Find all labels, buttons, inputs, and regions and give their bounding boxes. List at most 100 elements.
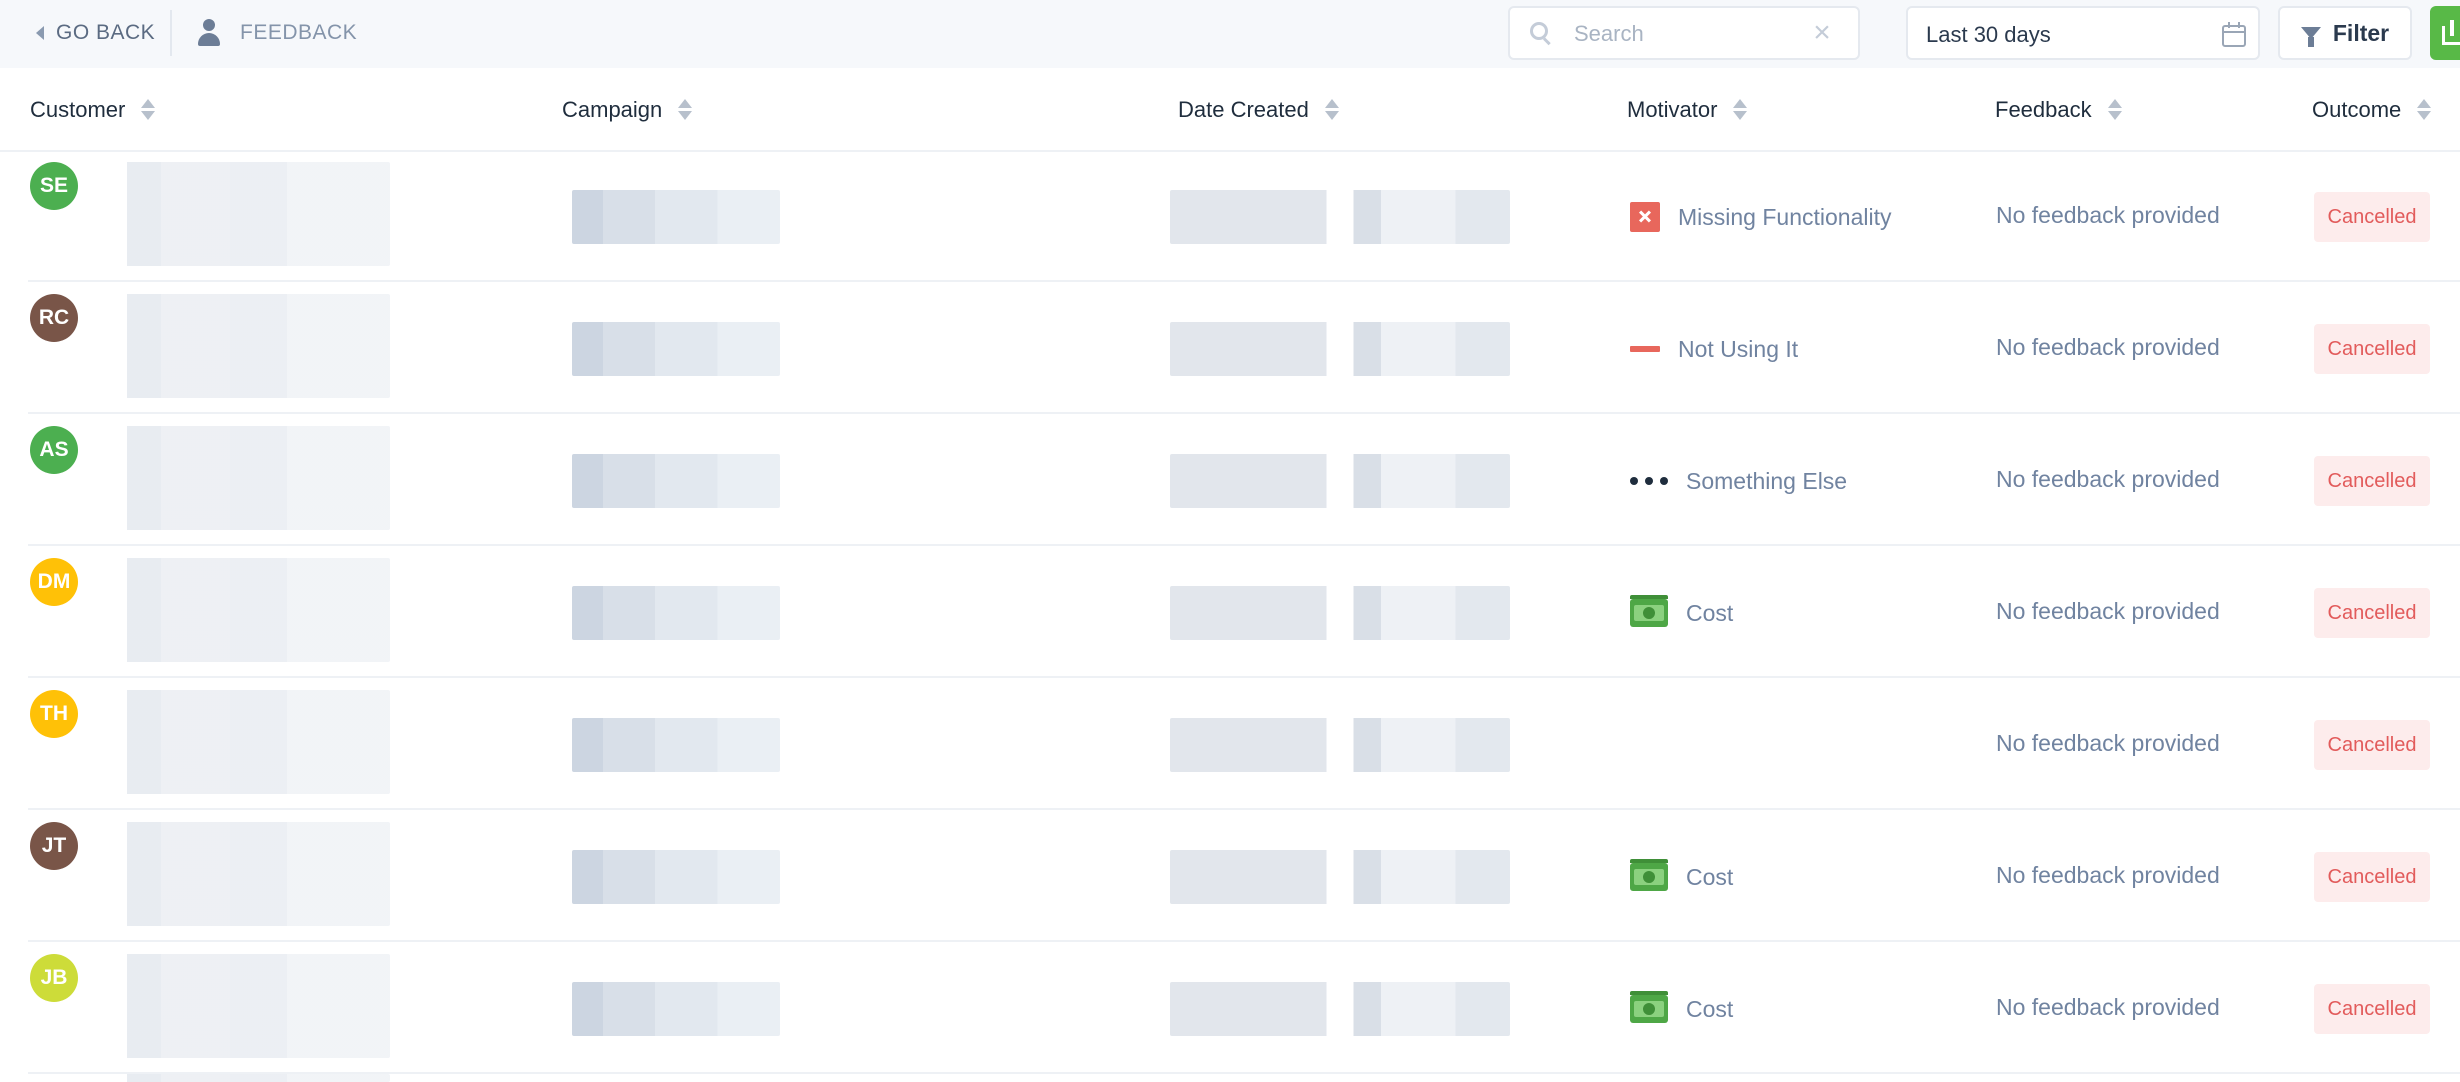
cash-icon <box>1630 991 1668 1023</box>
redacted-campaign <box>572 718 780 772</box>
column-label: Feedback <box>1995 97 2092 122</box>
redacted-campaign <box>572 586 780 640</box>
breadcrumb-label: FEEDBACK <box>240 21 358 44</box>
redacted-date <box>1170 718 1510 772</box>
calendar-icon <box>2222 22 2246 47</box>
sort-icon <box>1733 98 1748 122</box>
motivator-label: Cost <box>1686 599 1734 626</box>
redacted-customer-name <box>104 1074 390 1082</box>
column-label: Date Created <box>1178 97 1309 122</box>
column-header-date-created[interactable]: Date Created <box>1178 96 1339 124</box>
redacted-campaign <box>572 322 780 376</box>
table-row[interactable]: AS Something Else No feedback provided C… <box>0 414 2460 546</box>
outcome-badge[interactable]: Cancelled <box>2314 324 2430 374</box>
search-input[interactable] <box>1572 18 1806 50</box>
table-row[interactable]: RC Not Using It No feedback provided Can… <box>0 282 2460 414</box>
outcome-badge[interactable]: Cancelled <box>2314 720 2430 770</box>
breadcrumb: FEEDBACK <box>196 18 357 48</box>
cash-icon <box>1630 859 1668 891</box>
clear-search-icon[interactable]: × <box>1808 18 1836 48</box>
top-toolbar: GO BACK FEEDBACK × Last 30 days Filter <box>0 0 2460 68</box>
feedback-cell: No feedback provided <box>1996 598 2220 624</box>
avatar[interactable]: SE <box>30 162 78 210</box>
table-row[interactable]: SE Missing Functionality No feedback pro… <box>0 150 2460 282</box>
redacted-customer-name <box>104 954 390 1058</box>
redacted-date <box>1170 586 1510 640</box>
redacted-customer-name <box>104 426 390 530</box>
column-label: Campaign <box>562 97 663 122</box>
avatar[interactable]: JT <box>30 822 78 870</box>
date-range-value: Last 30 days <box>1926 22 2051 47</box>
avatar[interactable]: DM <box>30 558 78 606</box>
search-box: × <box>1508 6 1860 60</box>
export-icon <box>2442 20 2460 45</box>
column-label: Motivator <box>1627 97 1718 122</box>
motivator-label: Cost <box>1686 995 1734 1022</box>
column-header-motivator[interactable]: Motivator <box>1627 96 1748 124</box>
column-header-feedback[interactable]: Feedback <box>1995 96 2122 124</box>
feedback-cell: No feedback provided <box>1996 994 2220 1020</box>
redacted-date <box>1170 982 1510 1036</box>
toolbar-divider <box>170 10 172 56</box>
feedback-cell: No feedback provided <box>1996 334 2220 360</box>
filter-button[interactable]: Filter <box>2278 6 2412 60</box>
redacted-date <box>1170 850 1510 904</box>
feedback-cell: No feedback provided <box>1996 466 2220 492</box>
redacted-campaign <box>572 982 780 1036</box>
motivator-cell: Not Using It <box>1630 332 1798 366</box>
motivator-cell: Missing Functionality <box>1630 200 1891 234</box>
outcome-badge[interactable]: Cancelled <box>2314 852 2430 902</box>
x-square-icon <box>1630 202 1660 232</box>
filter-label: Filter <box>2332 19 2390 46</box>
chevron-left-icon <box>36 26 44 40</box>
feedback-cell: No feedback provided <box>1996 730 2220 756</box>
redacted-customer-name <box>104 558 390 662</box>
motivator-label: Cost <box>1686 863 1734 890</box>
column-header-outcome[interactable]: Outcome <box>2312 96 2432 124</box>
funnel-icon <box>2300 27 2321 47</box>
search-icon <box>1530 22 1548 40</box>
motivator-label: Something Else <box>1686 467 1848 494</box>
go-back-label: GO BACK <box>56 21 156 44</box>
redacted-campaign <box>572 454 780 508</box>
motivator-cell: Cost <box>1630 991 1734 1026</box>
go-back-button[interactable]: GO BACK <box>36 18 155 48</box>
feedback-cell: No feedback provided <box>1996 202 2220 228</box>
outcome-badge[interactable]: Cancelled <box>2314 984 2430 1034</box>
avatar[interactable]: AS <box>30 426 78 474</box>
sort-icon <box>2417 98 2432 122</box>
table-row[interactable]: JB Cost No feedback provided Cancelled <box>0 942 2460 1074</box>
sort-icon <box>1324 98 1339 122</box>
motivator-cell: Cost <box>1630 859 1734 894</box>
redacted-campaign <box>572 190 780 244</box>
person-icon <box>196 19 222 47</box>
ellipsis-icon <box>1630 466 1668 496</box>
outcome-badge[interactable]: Cancelled <box>2314 192 2430 242</box>
column-header-customer[interactable]: Customer <box>30 96 156 124</box>
column-label: Customer <box>30 97 126 122</box>
table-row <box>0 1074 2460 1082</box>
motivator-cell: Something Else <box>1630 464 1847 498</box>
motivator-cell: Cost <box>1630 595 1734 630</box>
redacted-campaign <box>572 850 780 904</box>
outcome-badge[interactable]: Cancelled <box>2314 456 2430 506</box>
avatar[interactable]: RC <box>30 294 78 342</box>
motivator-label: Not Using It <box>1678 335 1799 362</box>
table-row[interactable]: TH No feedback provided Cancelled <box>0 678 2460 810</box>
sort-icon <box>141 98 156 122</box>
sort-icon <box>2107 98 2122 122</box>
table-row[interactable]: DM Cost No feedback provided Cancelled <box>0 546 2460 678</box>
column-header-campaign[interactable]: Campaign <box>562 96 693 124</box>
outcome-badge[interactable]: Cancelled <box>2314 588 2430 638</box>
table-row[interactable]: JT Cost No feedback provided Cancelled <box>0 810 2460 942</box>
redacted-customer-name <box>104 162 390 266</box>
export-button[interactable] <box>2430 6 2460 60</box>
avatar[interactable]: TH <box>30 690 78 738</box>
minus-icon <box>1630 334 1660 364</box>
date-range-picker[interactable]: Last 30 days <box>1906 6 2260 60</box>
motivator-label: Missing Functionality <box>1678 203 1892 230</box>
redacted-date <box>1170 454 1510 508</box>
redacted-date <box>1170 190 1510 244</box>
column-label: Outcome <box>2312 97 2402 122</box>
avatar[interactable]: JB <box>30 954 78 1002</box>
